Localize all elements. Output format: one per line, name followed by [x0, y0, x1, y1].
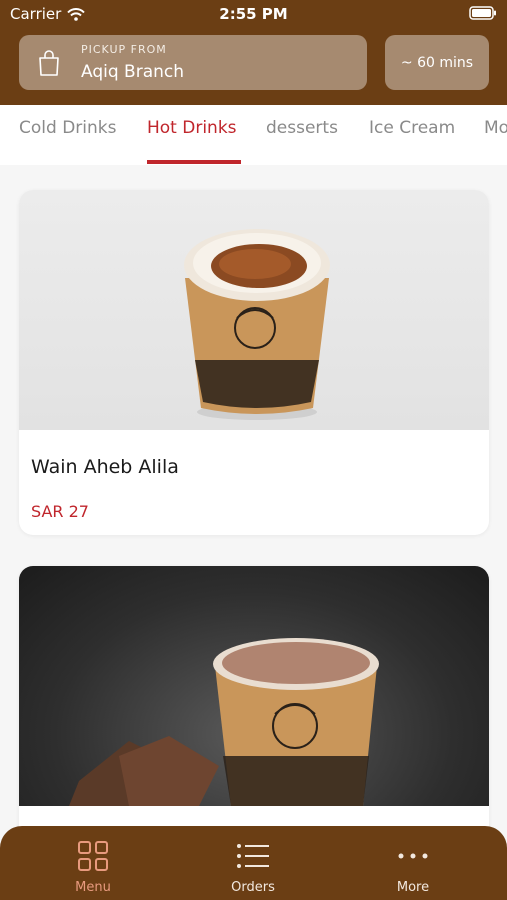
tab-desserts[interactable]: desserts: [266, 118, 338, 138]
grid-icon: [78, 841, 108, 871]
more-icon: [398, 853, 428, 859]
tab-cold-drinks[interactable]: Cold Drinks: [19, 118, 116, 138]
nav-more[interactable]: More: [363, 838, 463, 895]
battery-icon: [469, 6, 496, 20]
product-image: [19, 566, 489, 806]
branch-name: Aqiq Branch: [81, 62, 185, 82]
coffee-cup-illustration: [184, 229, 330, 420]
nav-menu[interactable]: Menu: [43, 838, 143, 895]
tab-ice-cream[interactable]: Ice Cream: [369, 118, 455, 138]
product-title: Wain Aheb Alila: [31, 456, 179, 478]
hot-chocolate-illustration: [69, 638, 379, 806]
bottom-navigation: Menu Orders More: [0, 826, 507, 900]
nav-orders-label: Orders: [231, 880, 275, 895]
status-bar: Carrier 2:55 PM: [0, 0, 507, 28]
pickup-label: PICKUP FROM: [81, 43, 167, 56]
nav-menu-label: Menu: [75, 880, 111, 895]
status-time: 2:55 PM: [219, 5, 288, 23]
nav-more-label: More: [396, 880, 430, 895]
product-image: [19, 190, 489, 430]
product-price: SAR 27: [31, 502, 89, 521]
product-card[interactable]: Wain Aheb Alila SAR 27: [19, 190, 489, 535]
tab-more-categories[interactable]: Mo: [484, 118, 507, 138]
list-icon: [237, 844, 269, 868]
top-bar: Carrier 2:55 PM PICKUP FROM Aqiq Branch …: [0, 0, 507, 105]
nav-orders[interactable]: Orders: [203, 838, 303, 895]
eta-button[interactable]: ~ 60 mins: [385, 35, 489, 90]
category-tabs: Cold Drinks Hot Drinks desserts Ice Crea…: [0, 105, 507, 165]
shopping-bag-icon: [39, 50, 59, 76]
tab-hot-drinks[interactable]: Hot Drinks: [147, 118, 237, 138]
active-tab-indicator: [147, 160, 241, 164]
product-card[interactable]: [19, 566, 489, 866]
pickup-selector[interactable]: PICKUP FROM Aqiq Branch: [19, 35, 367, 90]
